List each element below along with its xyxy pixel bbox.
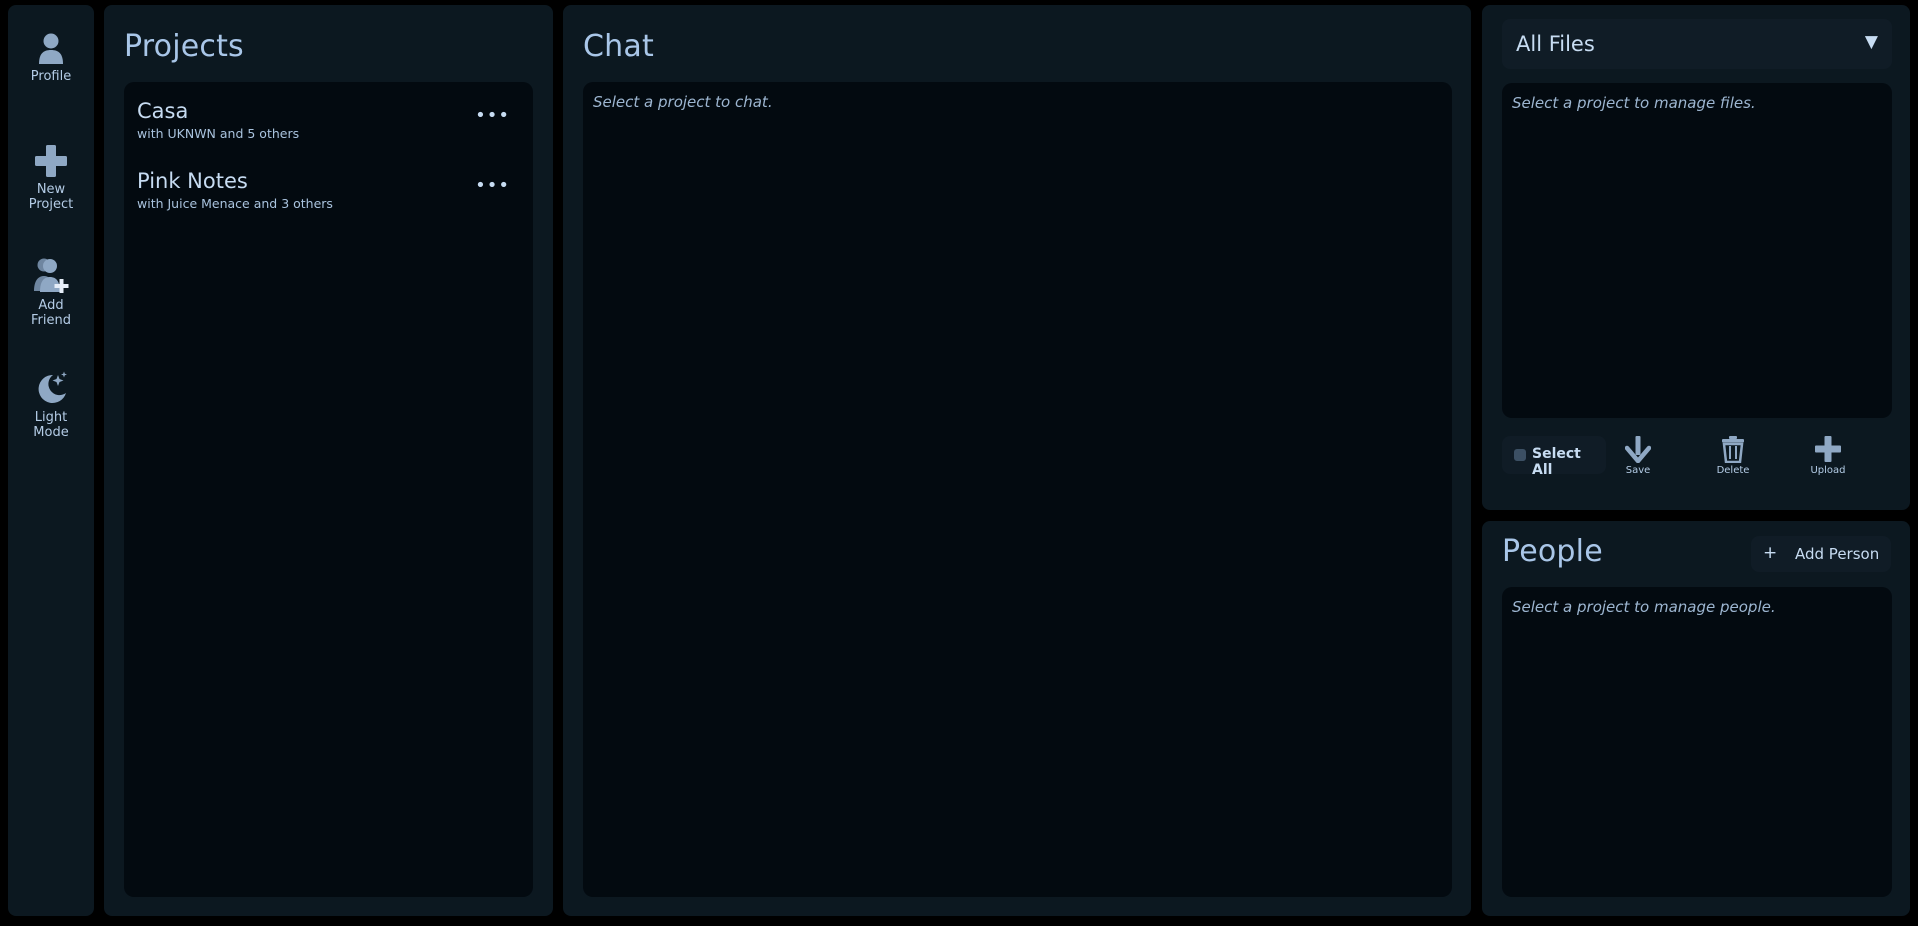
more-options-icon[interactable]: ••• (475, 106, 510, 126)
trash-icon (1722, 436, 1744, 463)
plus-icon (35, 145, 67, 177)
select-all-checkbox[interactable] (1514, 449, 1526, 461)
files-placeholder: Select a project to manage files. (1512, 94, 1756, 112)
project-list: Casa with UKNWN and 5 others ••• Pink No… (124, 82, 533, 897)
select-all-label: Select All (1532, 446, 1581, 478)
moon-stars-icon (38, 371, 67, 403)
select-all-button[interactable]: Select All (1502, 436, 1606, 478)
upload-label: Upload (1810, 465, 1846, 476)
plus-icon: + (1763, 543, 1778, 563)
project-members: with Juice Menace and 3 others (137, 196, 333, 211)
file-filter-selected: All Files (1516, 32, 1595, 56)
save-label: Save (1625, 465, 1651, 476)
people-title: People (1502, 534, 1603, 569)
sidebar-item-profile[interactable]: Profile (8, 32, 94, 84)
more-options-icon[interactable]: ••• (475, 176, 510, 196)
sidebar-item-label: Profile (30, 69, 72, 84)
add-person-button[interactable]: + Add Person (1751, 536, 1891, 572)
project-name: Pink Notes (137, 169, 248, 193)
sidebar-item-add-friend[interactable]: Add Friend (8, 257, 94, 328)
sidebar-item-light-mode[interactable]: Light Mode (8, 371, 94, 440)
sidebar-item-label: Light Mode (33, 410, 69, 440)
file-filter-dropdown[interactable]: All Files ▼ (1502, 19, 1892, 69)
person-icon (39, 33, 63, 64)
project-members: with UKNWN and 5 others (137, 126, 300, 141)
projects-panel: Projects Casa with UKNWN and 5 others ••… (104, 5, 553, 916)
save-button[interactable]: Save (1608, 435, 1668, 476)
plus-icon (1815, 436, 1841, 462)
projects-title: Projects (124, 29, 244, 64)
file-list: Select a project to manage files. (1502, 83, 1892, 418)
chat-placeholder: Select a project to chat. (593, 93, 773, 111)
project-item-casa[interactable]: Casa with UKNWN and 5 others ••• (124, 99, 532, 155)
chat-messages-area: Select a project to chat. (583, 82, 1452, 897)
chat-title: Chat (583, 29, 654, 64)
download-arrow-icon (1625, 436, 1651, 463)
people-list: Select a project to manage people. (1502, 587, 1892, 897)
sidebar-item-label: Add Friend (31, 298, 71, 328)
dropdown-arrow-icon: ▼ (1864, 32, 1878, 52)
add-friend-icon (34, 258, 69, 293)
upload-button[interactable]: Upload (1798, 435, 1858, 476)
sidebar-item-new-project[interactable]: New Project (8, 143, 94, 212)
files-panel: All Files ▼ Select a project to manage f… (1482, 5, 1910, 510)
delete-button[interactable]: Delete (1703, 435, 1763, 476)
project-item-pink-notes[interactable]: Pink Notes with Juice Menace and 3 other… (124, 169, 532, 225)
add-person-label: Add Person (1795, 545, 1880, 563)
sidebar: Profile New Project Add Friend Light Mod… (8, 5, 94, 916)
delete-label: Delete (1716, 465, 1750, 476)
project-name: Casa (137, 99, 189, 123)
people-placeholder: Select a project to manage people. (1512, 598, 1776, 616)
people-panel: People + Add Person Select a project to … (1482, 521, 1910, 916)
chat-panel: Chat Select a project to chat. (563, 5, 1471, 916)
sidebar-item-label: New Project (28, 182, 74, 212)
